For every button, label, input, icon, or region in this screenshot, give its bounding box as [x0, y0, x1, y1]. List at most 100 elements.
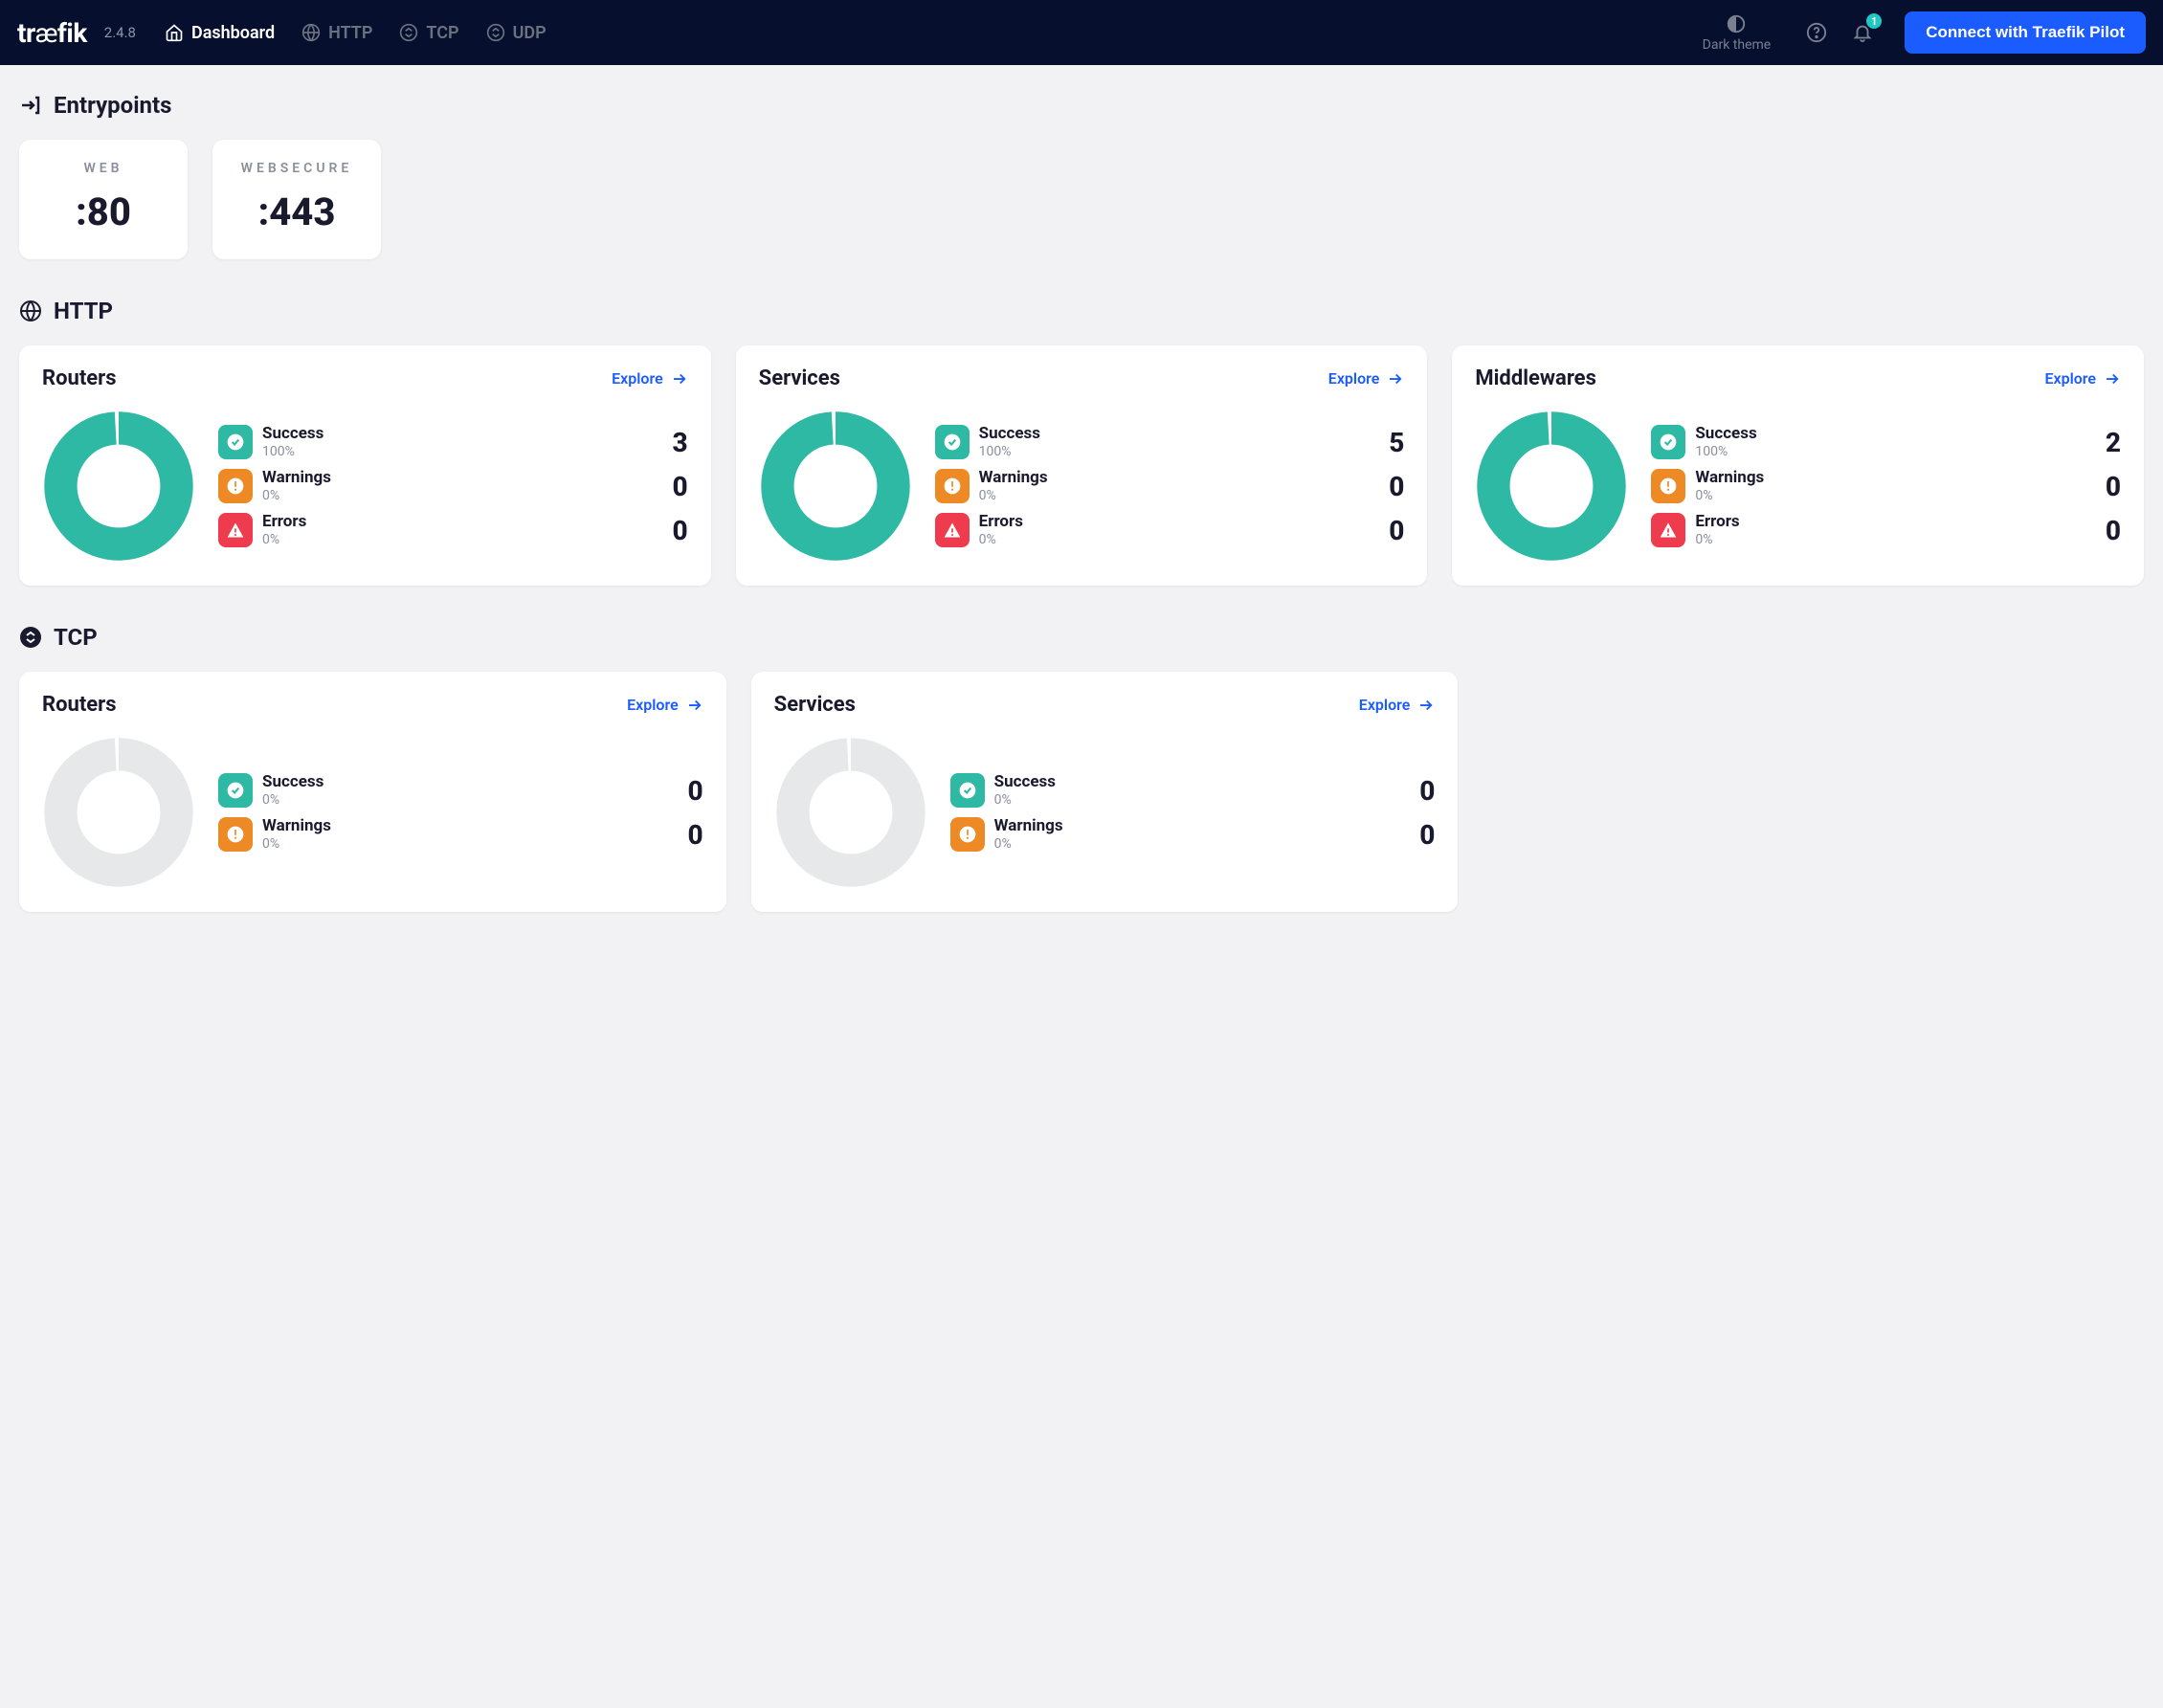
success-pct: 0%	[262, 792, 665, 808]
stat-success-row: Success0% 0	[950, 773, 1436, 808]
notifications-button[interactable]: 1	[1845, 15, 1880, 50]
section-tcp: TCP Routers Explore	[19, 624, 2144, 912]
entrypoint-card[interactable]: WEB :80	[19, 140, 188, 259]
theme-toggle-label: Dark theme	[1703, 37, 1772, 53]
errors-count: 0	[659, 515, 688, 546]
check-circle-icon	[935, 425, 970, 459]
success-count: 0	[675, 775, 703, 807]
stat-success-row: Success100% 5	[935, 425, 1405, 459]
success-count: 2	[2092, 427, 2121, 458]
success-label: Success	[262, 773, 665, 792]
swap-icon	[399, 23, 418, 42]
errors-count: 0	[1375, 515, 1404, 546]
warnings-label: Warnings	[979, 469, 1367, 488]
warnings-label: Warnings	[262, 817, 665, 836]
warnings-count: 0	[1406, 819, 1435, 851]
section-header-http: HTTP	[19, 298, 2144, 324]
nav-http[interactable]: HTTP	[301, 23, 372, 43]
warnings-count: 0	[659, 471, 688, 502]
warnings-pct: 0%	[994, 836, 1397, 852]
card-title: Services	[774, 693, 856, 717]
success-pct: 0%	[994, 792, 1397, 808]
notification-badge: 1	[1866, 13, 1882, 29]
errors-count: 0	[2092, 515, 2121, 546]
nav-udp-label: UDP	[513, 23, 546, 43]
logo: træfik	[17, 17, 87, 49]
explore-link[interactable]: Explore	[627, 696, 703, 714]
http-services-card: Services Explore Success100% 5	[736, 345, 1428, 586]
entrypoint-card[interactable]: WEBSECURE :443	[212, 140, 381, 259]
nav-dashboard[interactable]: Dashboard	[165, 23, 275, 43]
version-label: 2.4.8	[104, 24, 136, 41]
tcp-services-card: Services Explore Success0% 0	[751, 672, 1459, 912]
arrow-right-icon	[1387, 370, 1404, 388]
warnings-label: Warnings	[262, 469, 650, 488]
stat-errors-row: Errors0% 0	[935, 513, 1405, 547]
explore-label: Explore	[627, 696, 679, 714]
errors-label: Errors	[262, 513, 650, 532]
success-pct: 100%	[1695, 444, 2083, 459]
nav-udp[interactable]: UDP	[486, 23, 546, 43]
explore-link[interactable]: Explore	[2044, 369, 2121, 388]
warnings-count: 0	[675, 819, 703, 851]
stat-success-row: Success100% 3	[218, 425, 688, 459]
explore-link[interactable]: Explore	[1328, 369, 1405, 388]
theme-toggle[interactable]: Dark theme	[1703, 13, 1772, 53]
success-label: Success	[262, 425, 650, 444]
warning-circle-icon	[935, 469, 970, 503]
main-content: Entrypoints WEB :80 WEBSECURE :443 HTTP …	[0, 65, 2163, 988]
stat-warnings-row: Warnings0% 0	[218, 817, 703, 852]
section-http: HTTP Routers Explore	[19, 298, 2144, 586]
warnings-pct: 0%	[262, 488, 650, 503]
help-button[interactable]	[1799, 15, 1834, 50]
entrypoint-name: WEBSECURE	[239, 161, 354, 176]
entrypoint-port: :80	[46, 189, 161, 234]
error-triangle-icon	[218, 513, 253, 547]
stat-success-row: Success0% 0	[218, 773, 703, 808]
section-header-tcp: TCP	[19, 624, 2144, 651]
warnings-pct: 0%	[1695, 488, 2083, 503]
http-title: HTTP	[54, 298, 113, 324]
entrypoints-title: Entrypoints	[54, 92, 171, 119]
nav-http-label: HTTP	[328, 23, 372, 43]
check-circle-icon	[950, 773, 985, 808]
http-middlewares-card: Middlewares Explore Success100% 2	[1452, 345, 2144, 586]
errors-label: Errors	[979, 513, 1367, 532]
explore-link[interactable]: Explore	[612, 369, 688, 388]
entrypoint-name: WEB	[46, 161, 161, 176]
login-icon	[19, 94, 42, 117]
warnings-label: Warnings	[994, 817, 1397, 836]
stat-errors-row: Errors0% 0	[1651, 513, 2121, 547]
arrow-right-icon	[671, 370, 688, 388]
warning-circle-icon	[950, 817, 985, 852]
section-header-entrypoints: Entrypoints	[19, 92, 2144, 119]
card-title: Services	[759, 366, 840, 390]
explore-label: Explore	[2044, 369, 2096, 388]
success-label: Success	[994, 773, 1397, 792]
success-label: Success	[1695, 425, 2083, 444]
stat-warnings-row: Warnings0% 0	[935, 469, 1405, 503]
tcp-cards: Routers Explore Success0% 0	[19, 672, 2144, 912]
stat-warnings-row: Warnings0% 0	[1651, 469, 2121, 503]
nav-tcp[interactable]: TCP	[399, 23, 458, 43]
help-icon	[1806, 22, 1827, 43]
section-entrypoints: Entrypoints WEB :80 WEBSECURE :443	[19, 92, 2144, 259]
success-count: 0	[1406, 775, 1435, 807]
errors-pct: 0%	[262, 532, 650, 547]
warning-circle-icon	[218, 817, 253, 852]
tcp-routers-card: Routers Explore Success0% 0	[19, 672, 726, 912]
errors-label: Errors	[1695, 513, 2083, 532]
donut-chart	[1475, 410, 1628, 563]
warnings-label: Warnings	[1695, 469, 2083, 488]
connect-pilot-button[interactable]: Connect with Traefik Pilot	[1905, 11, 2146, 54]
globe-icon	[301, 23, 321, 42]
stat-success-row: Success100% 2	[1651, 425, 2121, 459]
stat-errors-row: Errors0% 0	[218, 513, 688, 547]
entrypoint-port: :443	[239, 189, 354, 234]
warning-circle-icon	[1651, 469, 1685, 503]
success-label: Success	[979, 425, 1367, 444]
check-circle-icon	[1651, 425, 1685, 459]
explore-link[interactable]: Explore	[1359, 696, 1436, 714]
donut-chart	[42, 736, 195, 889]
topbar: træfik 2.4.8 Dashboard HTTP TCP UDP Dark…	[0, 0, 2163, 65]
